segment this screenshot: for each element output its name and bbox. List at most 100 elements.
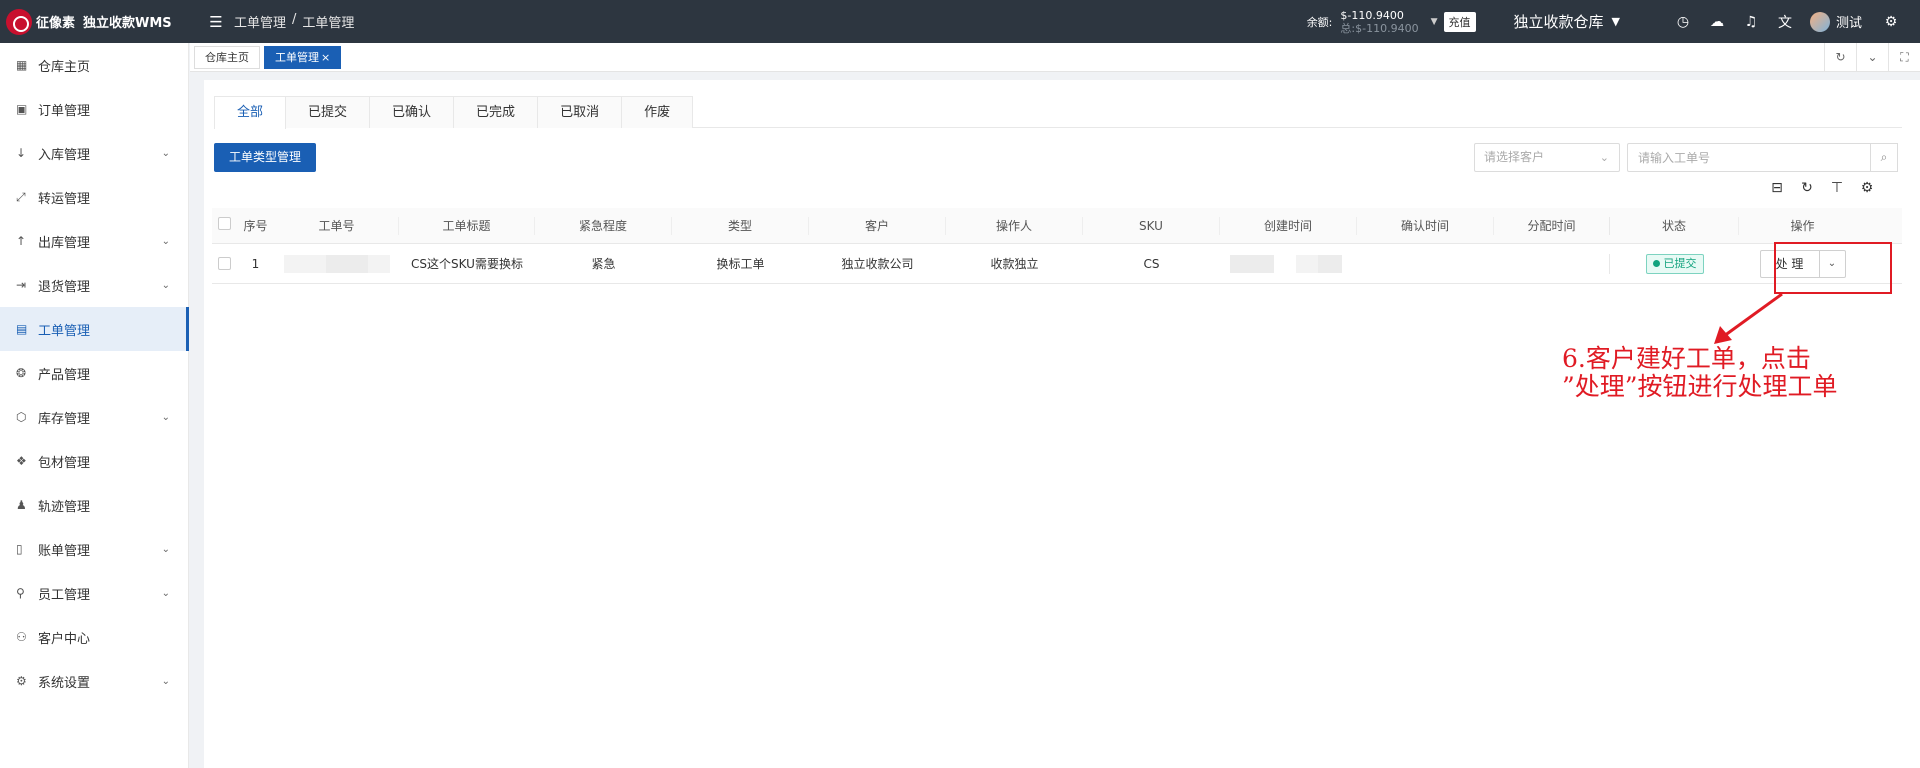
redacted-block (1318, 254, 1342, 273)
sidebar-item-settings[interactable]: ⚙ 系统设置 ⌄ (0, 659, 188, 703)
tab-cancelled[interactable]: 已取消 (537, 96, 623, 128)
select-all-checkbox[interactable] (217, 216, 231, 230)
annotation-highlight-box (1774, 242, 1892, 294)
sidebar-item-label: 出库管理 (38, 235, 91, 251)
menu-toggle-icon[interactable]: ☰ (204, 13, 228, 31)
settings-icon[interactable]: ⚙ (1874, 14, 1908, 30)
chevron-down-icon[interactable]: ⌄ (1856, 42, 1888, 72)
chevron-down-icon: ⌄ (161, 675, 170, 687)
status-text: 已提交 (1663, 256, 1697, 270)
select-all-cell (212, 216, 236, 235)
sidebar-item-products[interactable]: ❂ 产品管理 (0, 351, 188, 395)
translate-icon[interactable]: 文 (1768, 12, 1802, 32)
sidebar-item-tracking[interactable]: ♟ 轨迹管理 (0, 483, 188, 527)
logo-text: 征像素 (36, 16, 76, 31)
sidebar-item-orders[interactable]: ▣ 订单管理 (0, 87, 188, 131)
ticket-type-manage-button[interactable]: 工单类型管理 (214, 143, 317, 172)
sidebar-item-label: 客户中心 (38, 631, 91, 647)
main-panel: 全部 已提交 已确认 已完成 已取消 作废 工单类型管理 请选择客户 ⌄ ⌕ ⊟… (204, 80, 1920, 768)
header-assigned-time: 分配时间 (1527, 218, 1576, 233)
redacted-block (284, 254, 326, 273)
sidebar-item-label: 订单管理 (38, 103, 91, 119)
gear-icon: ⚙ (16, 674, 27, 688)
tag-home[interactable]: 仓库主页 (194, 45, 260, 69)
row-checkbox[interactable] (217, 257, 231, 270)
sidebar-item-label: 包材管理 (38, 455, 91, 471)
header-urgency: 紧急程度 (535, 216, 672, 235)
bell-icon[interactable]: ♫ (1734, 14, 1768, 30)
tab-completed[interactable]: 已完成 (453, 96, 539, 128)
chevron-down-icon: ⌄ (161, 587, 170, 599)
product-icon: ❂ (16, 366, 27, 380)
sidebar-item-inbound[interactable]: ↓ 入库管理 ⌄ (0, 131, 188, 175)
redacted-block (326, 254, 368, 273)
header-seq: 序号 (243, 218, 268, 233)
settings-icon[interactable]: ⚙ (1858, 180, 1876, 198)
sidebar-item-home[interactable]: ▦ 仓库主页 (0, 43, 188, 87)
breadcrumb-item[interactable]: 工单管理 (234, 12, 286, 31)
refresh-icon[interactable]: ↻ (1824, 42, 1856, 72)
close-icon[interactable]: × (321, 51, 330, 64)
sidebar: ▦ 仓库主页 ▣ 订单管理 ↓ 入库管理 ⌄ ⤢ 转运管理 ↑ 出库管理 ⌄ ⇥ 退货管理 ⌄ ▤… (0, 43, 189, 768)
refresh-icon[interactable]: ↻ (1798, 180, 1816, 198)
sidebar-item-inventory[interactable]: ⬡ 库存管理 ⌄ (0, 395, 188, 439)
tab-all[interactable]: 全部 (214, 96, 287, 129)
header-confirmed-time: 确认时间 (1357, 216, 1494, 235)
row-type: 换标工单 (716, 257, 765, 271)
fullscreen-icon[interactable]: ⛶ (1888, 42, 1920, 72)
ticket-no-search-input[interactable] (1627, 143, 1871, 172)
density-icon[interactable]: ⊤ (1828, 180, 1846, 198)
sidebar-item-billing[interactable]: ▯ 账单管理 ⌄ (0, 527, 188, 571)
table-row[interactable]: 1 CS这个SKU需要换标 紧急 换标工单 独立收款公司 收款独立 CS 已提交… (212, 244, 1902, 284)
arrow-up-icon: ↑ (16, 234, 27, 248)
export-icon[interactable]: ⊟ (1768, 180, 1786, 198)
breadcrumb: 工单管理 / 工单管理 (234, 12, 354, 31)
tab-submitted[interactable]: 已提交 (285, 96, 371, 128)
sidebar-item-label: 仓库主页 (38, 59, 91, 75)
sidebar-item-tickets[interactable]: ▤ 工单管理 (0, 307, 189, 351)
tab-voided[interactable]: 作废 (621, 96, 694, 128)
avatar[interactable] (1809, 11, 1830, 32)
sidebar-item-label: 退货管理 (38, 279, 91, 295)
ticket-icon: ▤ (16, 322, 28, 336)
annotation-line-1: 6.客户建好工单，点击 (1562, 344, 1811, 373)
row-operator: 收款独立 (990, 257, 1039, 271)
sidebar-item-packaging[interactable]: ❖ 包材管理 (0, 439, 188, 483)
chevron-down-icon: ⌄ (161, 235, 170, 247)
row-title: CS这个SKU需要换标 (411, 257, 523, 271)
breadcrumb-separator: / (292, 12, 297, 27)
tag-tickets[interactable]: 工单管理 × (264, 45, 342, 69)
tracking-icon: ♟ (16, 498, 27, 512)
balance-dropdown-icon[interactable]: ▼ (1431, 17, 1438, 27)
cloud-download-icon[interactable]: ☁ (1700, 14, 1734, 30)
sidebar-item-label: 入库管理 (38, 147, 91, 163)
status-dot-icon (1652, 259, 1660, 267)
sidebar-item-staff[interactable]: ⚲ 员工管理 ⌄ (0, 571, 188, 615)
tags-bar: 仓库主页 工单管理 × ↻ ⌄ ⛶ (190, 42, 1920, 72)
tab-confirmed[interactable]: 已确认 (369, 96, 455, 128)
sidebar-item-returns[interactable]: ⇥ 退货管理 ⌄ (0, 263, 188, 307)
packaging-icon: ❖ (16, 454, 27, 468)
search-icon[interactable]: ⌕ (1870, 143, 1898, 172)
customer-select[interactable]: 请选择客户 ⌄ (1474, 143, 1620, 172)
row-ticket-no (275, 254, 399, 273)
sidebar-item-label: 系统设置 (38, 675, 91, 691)
sidebar-item-outbound[interactable]: ↑ 出库管理 ⌄ (0, 219, 188, 263)
sidebar-item-label: 轨迹管理 (38, 499, 91, 515)
logo[interactable]: 征像素 独立收款WMS (0, 8, 190, 35)
sidebar-item-label: 产品管理 (38, 367, 91, 383)
recharge-button[interactable]: 充值 (1443, 11, 1476, 32)
header-sku: SKU (1083, 216, 1220, 235)
header-customer: 客户 (809, 216, 946, 235)
annotation-line-2: ”处理”按钮进行处理工单 (1562, 372, 1838, 401)
sidebar-item-customers[interactable]: ⚇ 客户中心 (0, 615, 188, 659)
annotation-arrow-icon (1714, 292, 1783, 344)
warehouse-dropdown-icon[interactable]: ▼ (1612, 15, 1620, 28)
clock-icon[interactable]: ◷ (1666, 14, 1700, 30)
sidebar-item-label: 账单管理 (38, 543, 91, 559)
balance-label: 余额: (1306, 15, 1333, 29)
sidebar-item-transfer[interactable]: ⤢ 转运管理 (0, 175, 188, 219)
row-sku: CS (1143, 256, 1160, 271)
warehouse-selector[interactable]: 独立收款仓库 (1514, 11, 1604, 32)
user-name[interactable]: 测试 (1836, 12, 1862, 31)
